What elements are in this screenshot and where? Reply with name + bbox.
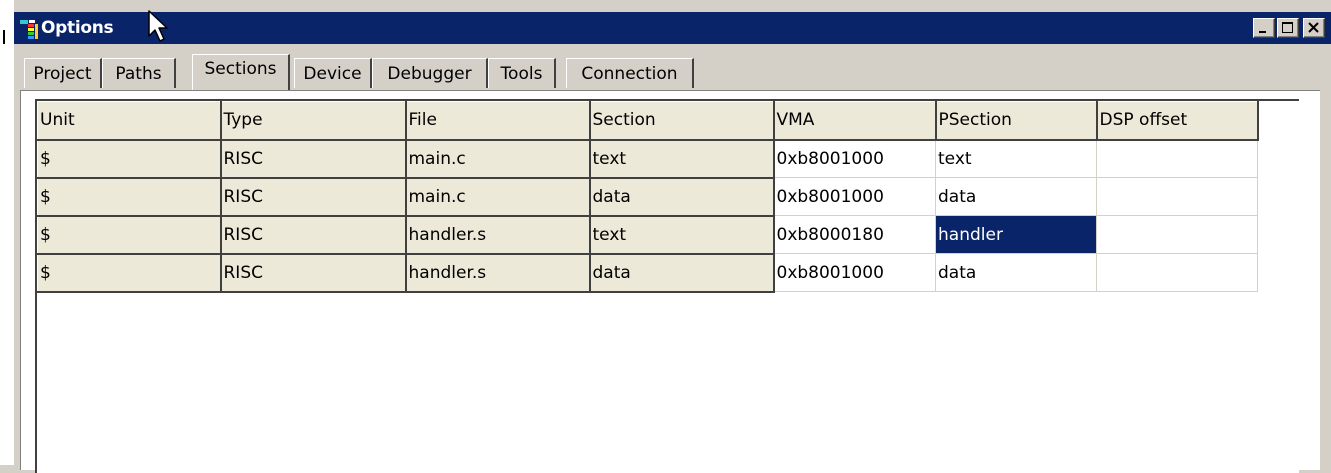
section-cell[interactable]: data xyxy=(589,253,775,293)
psection-cell[interactable]: text xyxy=(935,139,1097,178)
type-cell[interactable]: RISC xyxy=(220,177,407,217)
unit-cell[interactable]: $ xyxy=(37,177,222,217)
section-cell[interactable]: text xyxy=(589,139,775,179)
close-icon xyxy=(1308,22,1319,33)
tab-connection[interactable]: Connection xyxy=(566,58,694,88)
tab-tools[interactable]: Tools xyxy=(488,58,556,88)
window-title: Options xyxy=(41,18,114,38)
dsp-offset-cell[interactable] xyxy=(1096,177,1258,216)
psection-cell[interactable]: data xyxy=(935,253,1097,292)
unit-cell[interactable]: $ xyxy=(37,253,222,293)
dsp-offset-cell[interactable] xyxy=(1096,215,1258,254)
dsp-offset-cell[interactable] xyxy=(1096,253,1258,292)
title-buttons xyxy=(1253,18,1325,38)
table-row: $ RISC main.c text 0xb8001000 text xyxy=(37,139,1258,179)
tab-label: Paths xyxy=(115,64,162,84)
vma-cell[interactable]: 0xb8001000 xyxy=(773,177,936,216)
tab-sections[interactable]: Sections xyxy=(192,54,290,90)
tab-strip: Project Paths Sections Device Debugger T… xyxy=(14,44,1331,90)
tab-label: Device xyxy=(303,64,362,84)
tab-project[interactable]: Project xyxy=(24,58,102,88)
tab-label: Sections xyxy=(204,59,277,79)
file-cell[interactable]: main.c xyxy=(405,139,591,179)
unit-cell[interactable]: $ xyxy=(37,215,222,255)
tab-label: Tools xyxy=(500,64,543,84)
table-row: $ RISC handler.s data 0xb8001000 data xyxy=(37,253,1258,293)
column-header-file[interactable]: File xyxy=(405,101,591,141)
title-bar[interactable]: Options xyxy=(14,12,1331,44)
psection-cell[interactable]: data xyxy=(935,177,1097,216)
vma-cell[interactable]: 0xb8000180 xyxy=(773,215,936,254)
mouse-cursor-icon xyxy=(148,10,168,42)
tab-debugger[interactable]: Debugger xyxy=(372,58,488,88)
column-header-vma[interactable]: VMA xyxy=(773,101,937,141)
tab-label: Connection xyxy=(581,64,678,84)
grid-header-row: Unit Type File Section VMA PSection DSP … xyxy=(37,101,1259,141)
sections-grid[interactable]: Unit Type File Section VMA PSection DSP … xyxy=(37,101,1259,293)
minimize-button[interactable] xyxy=(1253,18,1275,38)
column-header-section[interactable]: Section xyxy=(589,101,775,141)
file-cell[interactable]: handler.s xyxy=(405,253,591,293)
vma-cell[interactable]: 0xb8001000 xyxy=(773,139,936,178)
tab-label: Project xyxy=(33,64,92,84)
type-cell[interactable]: RISC xyxy=(220,215,407,255)
maximize-button[interactable] xyxy=(1277,18,1299,38)
section-cell[interactable]: data xyxy=(589,177,775,217)
file-cell[interactable]: handler.s xyxy=(405,215,591,255)
tab-label: Debugger xyxy=(387,64,472,84)
dsp-offset-cell[interactable] xyxy=(1096,139,1258,178)
unit-cell[interactable]: $ xyxy=(37,139,222,179)
column-header-dsp-offset[interactable]: DSP offset xyxy=(1096,101,1259,141)
file-cell[interactable]: main.c xyxy=(405,177,591,217)
table-row: $ RISC main.c data 0xb8001000 data xyxy=(37,177,1258,217)
sections-grid-frame: Unit Type File Section VMA PSection DSP … xyxy=(35,99,1299,473)
tab-device[interactable]: Device xyxy=(294,58,372,88)
sections-panel: Unit Type File Section VMA PSection DSP … xyxy=(20,90,1320,473)
options-window: Options Project Paths Sections Device De… xyxy=(14,0,1331,473)
table-row: $ RISC handler.s text 0xb8000180 handler xyxy=(37,215,1258,255)
close-button[interactable] xyxy=(1303,18,1325,38)
type-cell[interactable]: RISC xyxy=(220,139,407,179)
section-cell[interactable]: text xyxy=(589,215,775,255)
left-edge xyxy=(0,0,14,465)
app-icon xyxy=(20,20,38,39)
edge-mark xyxy=(3,30,5,44)
column-header-unit[interactable]: Unit xyxy=(37,101,222,141)
type-cell[interactable]: RISC xyxy=(220,253,407,293)
vma-cell[interactable]: 0xb8001000 xyxy=(773,253,936,292)
maximize-icon xyxy=(1282,22,1293,33)
psection-cell-selected[interactable]: handler xyxy=(935,215,1097,254)
column-header-psection[interactable]: PSection xyxy=(935,101,1098,141)
column-header-type[interactable]: Type xyxy=(220,101,407,141)
minimize-icon xyxy=(1259,31,1266,33)
tab-paths[interactable]: Paths xyxy=(102,58,176,88)
